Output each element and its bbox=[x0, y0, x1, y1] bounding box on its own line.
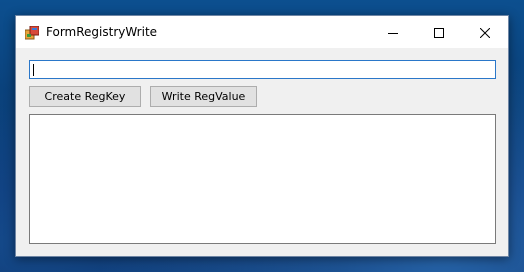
output-textbox[interactable] bbox=[29, 114, 496, 244]
create-regkey-button[interactable]: Create RegKey bbox=[29, 86, 141, 107]
app-window: FormRegistryWrite Create RegKey Write Re… bbox=[15, 15, 509, 257]
client-area: Create RegKey Write RegValue bbox=[16, 48, 508, 256]
window-title: FormRegistryWrite bbox=[46, 25, 158, 39]
minimize-button[interactable] bbox=[370, 16, 416, 48]
close-button[interactable] bbox=[462, 16, 508, 48]
write-regvalue-button[interactable]: Write RegValue bbox=[150, 86, 257, 107]
close-icon bbox=[479, 23, 491, 42]
app-icon bbox=[24, 25, 40, 40]
maximize-button[interactable] bbox=[416, 16, 462, 48]
text-caret bbox=[33, 64, 34, 76]
title-bar[interactable]: FormRegistryWrite bbox=[16, 16, 508, 48]
path-input[interactable] bbox=[29, 60, 496, 79]
minimize-icon bbox=[388, 23, 398, 42]
maximize-icon bbox=[434, 23, 444, 42]
